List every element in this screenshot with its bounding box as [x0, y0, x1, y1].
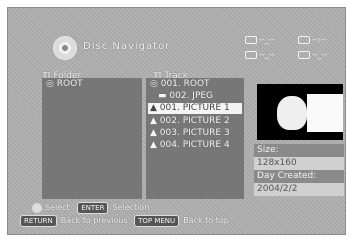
top-menu-hint: Back to top: [183, 216, 229, 225]
top-menu-key[interactable]: TOP MENU: [134, 215, 180, 227]
indicator-2: --:--: [298, 35, 326, 44]
picture-icon: ▲: [150, 128, 157, 138]
track-item[interactable]: ◎ 001. ROOT: [150, 79, 210, 90]
track-item[interactable]: ▬ 002. JPEG: [158, 91, 213, 102]
info-size-value: 128x160: [254, 157, 344, 170]
indicator-4: --_--: [298, 50, 328, 59]
preview-background: [307, 94, 343, 132]
info-date-value: 2004/2/2: [254, 183, 344, 196]
picture-icon: ▲: [150, 116, 157, 126]
disc-navigator-screen: Disc Navigator --_-- --:-- --_-- --_-- ▥…: [7, 7, 346, 235]
footer-row-1: Select ENTER Selection: [32, 202, 149, 214]
info-size-label: Size:: [254, 144, 344, 157]
footer-row-2: RETURN Back to previous TOP MENU Back to t…: [20, 215, 229, 227]
tv-icon: [245, 35, 257, 44]
enter-key[interactable]: ENTER: [77, 202, 109, 214]
select-hint: Select: [45, 203, 70, 212]
indicator-3: --_--: [245, 50, 275, 59]
image-preview: [257, 84, 343, 140]
return-hint: Back to previous: [60, 216, 128, 225]
picture-icon: ▲: [150, 140, 157, 150]
info-date-label: Day Created:: [254, 170, 344, 183]
page-title: Disc Navigator: [83, 41, 171, 52]
subtitle-icon: [298, 50, 310, 59]
audio-icon: [245, 50, 257, 59]
track-item[interactable]: ▲ 003. PICTURE 3: [150, 128, 230, 139]
return-key[interactable]: RETURN: [20, 215, 57, 227]
disc-small-icon: ◎: [46, 79, 54, 89]
track-panel[interactable]: ◎ 001. ROOT ▬ 002. JPEG ▲ 001. PICTURE 1…: [146, 78, 244, 199]
preview-subject: [277, 96, 307, 130]
folder-item[interactable]: ◎ ROOT: [46, 79, 83, 90]
indicator-1: --_--: [245, 35, 275, 44]
picture-icon: ▲: [150, 103, 157, 113]
enter-hint: Selection: [112, 203, 150, 212]
track-item[interactable]: ▲ 004. PICTURE 4: [150, 140, 230, 151]
dpad-icon: [32, 202, 42, 213]
folder-small-icon: ▬: [158, 91, 167, 101]
track-item[interactable]: ▲ 002. PICTURE 2: [150, 116, 230, 127]
disc-small-icon: ◎: [150, 79, 158, 89]
track-item-selected[interactable]: ▲ 001. PICTURE 1: [148, 103, 242, 114]
disc-icon: [53, 36, 77, 60]
folder-panel[interactable]: ◎ ROOT: [42, 78, 142, 199]
clock-icon: [298, 35, 310, 44]
